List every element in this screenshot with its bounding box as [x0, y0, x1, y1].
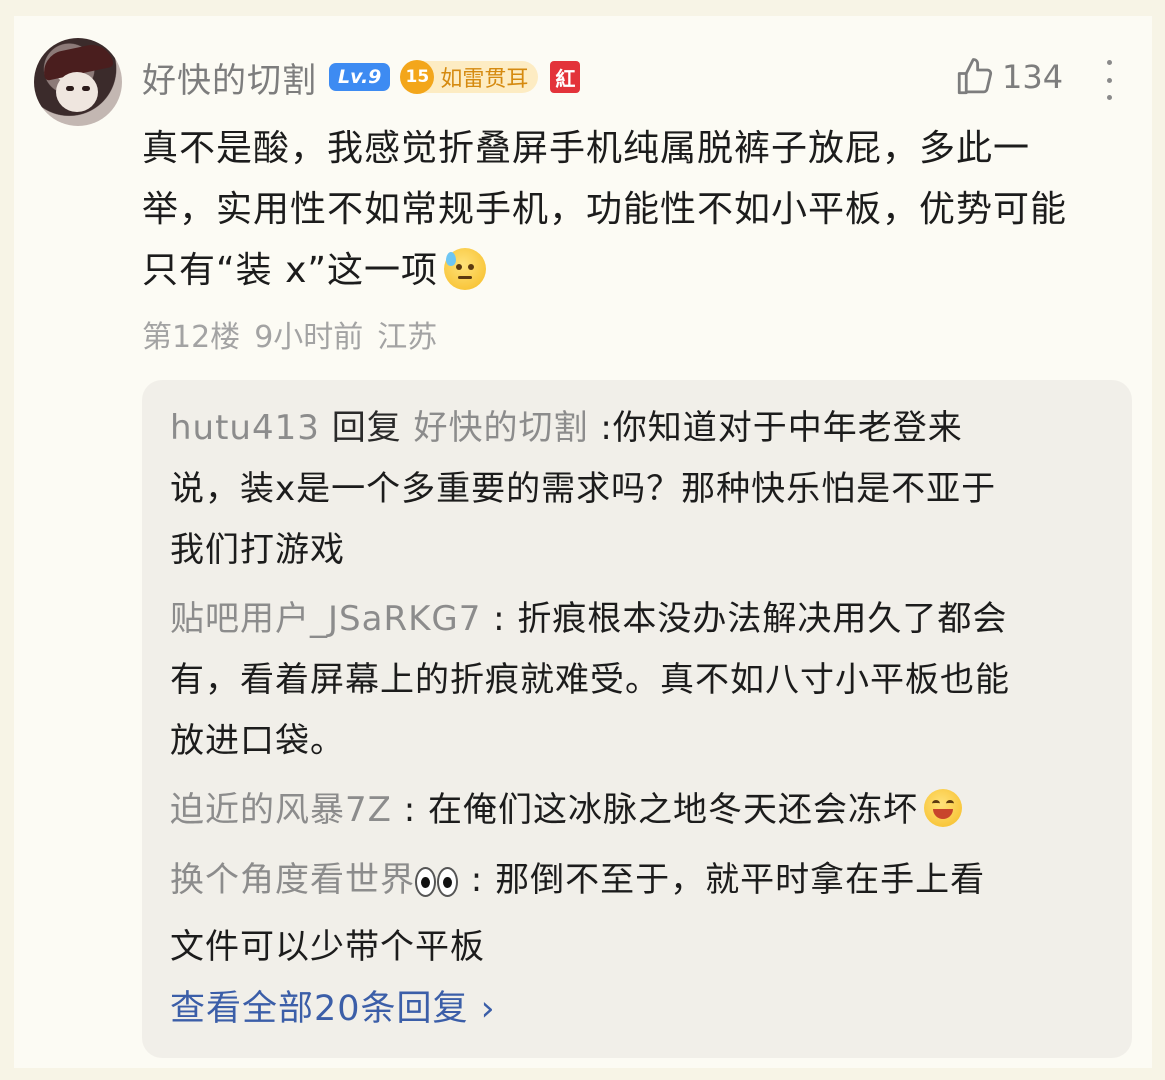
reply-text: 说，装x是一个多重要的需求吗？那种快乐怕是不亚于	[170, 469, 997, 509]
like-count: 134	[1002, 58, 1064, 96]
reply-user[interactable]: 贴吧用户_JSaRKG7	[170, 599, 481, 639]
location: 江苏	[377, 320, 438, 355]
reply-word: 回复	[331, 408, 402, 448]
eyes-emoji-icon	[415, 856, 459, 917]
comment-meta: 第12楼 9小时前 江苏	[142, 312, 437, 356]
content-text: 只有“装 x”这一项	[142, 250, 439, 291]
comment-header: 好快的切割 Lv.9 15 如雷贯耳 紅	[142, 50, 581, 104]
reply-text: : 那倒不至于，就平时拿在手上看	[459, 860, 986, 900]
thumbs-up-icon	[957, 58, 993, 95]
more-options-icon[interactable]	[1102, 60, 1116, 100]
reply-user[interactable]: 迫近的风暴7Z	[170, 790, 392, 830]
timestamp: 9小时前	[254, 320, 364, 355]
reply-text: :你知道对于中年老登来	[600, 408, 963, 448]
content-line: 真不是酸，我感觉折叠屏手机纯属脱裤子放屁，多此一	[142, 128, 1031, 169]
username[interactable]: 好快的切割	[142, 53, 317, 102]
reply-item[interactable]: hutu413 回复 好快的切割 :你知道对于中年老登来 说，装x是一个多重要的…	[170, 398, 1110, 581]
reply-item[interactable]: 换个角度看世界 : 那倒不至于，就平时拿在手上看 文件可以少带个平板	[170, 850, 1110, 978]
reply-user[interactable]: 换个角度看世界	[170, 860, 415, 900]
floor-number: 第12楼	[142, 320, 241, 355]
reply-text: 我们打游戏	[170, 530, 345, 570]
reply-user[interactable]: hutu413	[170, 408, 320, 448]
reply-text: 有，看着屏幕上的折痕就难受。真不如八寸小平板也能	[170, 660, 1010, 700]
laughing-emoji-icon	[924, 789, 963, 827]
honor-title: 如雷贯耳	[440, 67, 529, 92]
reply-text: 文件可以少带个平板	[170, 927, 485, 967]
view-all-replies-link[interactable]: 查看全部20条回复 ›	[170, 980, 496, 1031]
red-badge: 紅	[550, 61, 581, 93]
reply-text: : 在俺们这冰脉之地冬天还会冻坏	[391, 790, 919, 830]
like-button[interactable]: 134	[954, 56, 1063, 98]
replies-panel: hutu413 回复 好快的切割 :你知道对于中年老登来 说，装x是一个多重要的…	[142, 380, 1132, 1058]
honor-badge: 15 如雷贯耳	[400, 60, 539, 94]
reply-target[interactable]: 好快的切割	[414, 408, 589, 448]
level-badge: Lv.9	[329, 63, 391, 91]
avatar[interactable]	[34, 38, 122, 126]
sweat-emoji-icon	[444, 248, 487, 290]
reply-item[interactable]: 贴吧用户_JSaRKG7 : 折痕根本没办法解决用久了都会 有，看着屏幕上的折痕…	[170, 589, 1110, 772]
reply-item[interactable]: 迫近的风暴7Z : 在俺们这冰脉之地冬天还会冻坏	[170, 780, 1110, 841]
content-line: 只有“装 x”这一项	[142, 240, 1142, 301]
content-line: 举，实用性不如常规手机，功能性不如小平板，优势可能	[142, 189, 1068, 230]
honor-level: 15	[400, 60, 435, 94]
reply-text: 放进口袋。	[170, 721, 345, 761]
comment-content: 真不是酸，我感觉折叠屏手机纯属脱裤子放屁，多此一 举，实用性不如常规手机，功能性…	[142, 118, 1142, 301]
reply-text: : 折痕根本没办法解决用久了都会	[481, 599, 1008, 639]
